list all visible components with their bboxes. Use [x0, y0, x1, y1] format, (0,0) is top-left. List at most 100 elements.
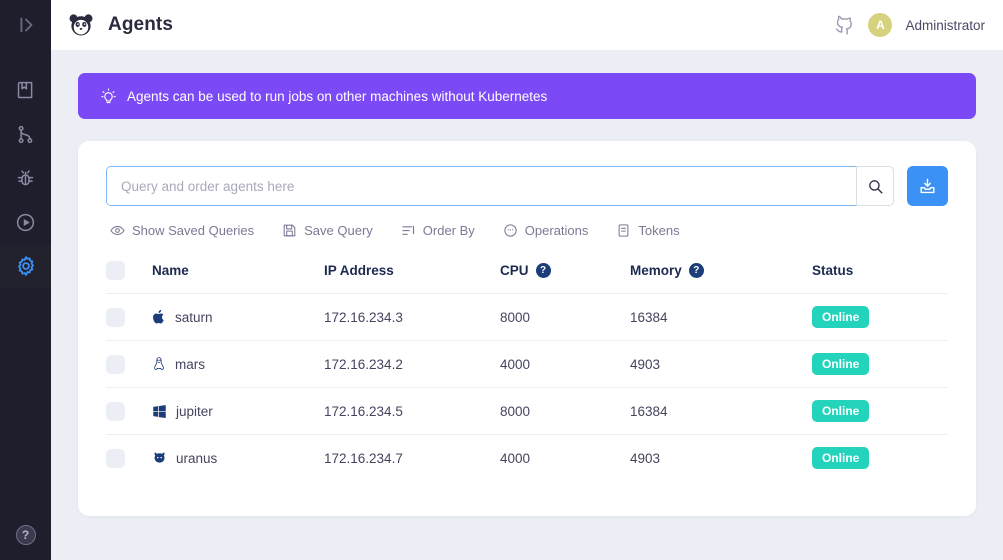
cpu-help-icon[interactable]: ? [536, 263, 551, 278]
operations-label: Operations [525, 223, 589, 238]
save-query-label: Save Query [304, 223, 373, 238]
row-status-cell: Online [812, 388, 948, 435]
header-memory-label: Memory [630, 263, 682, 278]
row-ip-cell: 172.16.234.5 [324, 388, 500, 435]
expand-sidebar-button[interactable] [0, 0, 51, 50]
tokens-button[interactable]: Tokens [616, 223, 679, 238]
page-title: Agents [108, 14, 173, 36]
sidebar-nav [0, 68, 51, 288]
header-name-label: Name [152, 263, 189, 278]
play-circle-icon [15, 212, 36, 233]
row-select-cell [106, 388, 152, 435]
user-name[interactable]: Administrator [905, 18, 985, 33]
row-cpu-cell: 4000 [500, 435, 630, 482]
row-checkbox[interactable] [106, 449, 125, 468]
top-bar: Agents A Administrator [51, 0, 1003, 50]
row-select-cell [106, 294, 152, 341]
header-cpu-label: CPU [500, 263, 529, 278]
show-saved-queries-label: Show Saved Queries [132, 223, 254, 238]
app-root: ? [0, 0, 1003, 560]
order-by-button[interactable]: Order By [401, 223, 475, 238]
row-checkbox[interactable] [106, 402, 125, 421]
row-memory-cell: 16384 [630, 388, 812, 435]
eye-icon [110, 223, 125, 238]
avatar[interactable]: A [868, 13, 892, 37]
top-bar-right: A Administrator [834, 13, 985, 37]
row-name-cell: saturn [152, 294, 324, 341]
row-status-cell: Online [812, 294, 948, 341]
row-memory-cell: 16384 [630, 294, 812, 341]
agent-name: saturn [175, 310, 213, 325]
row-cpu-cell: 8000 [500, 388, 630, 435]
search-row [106, 166, 948, 206]
header-memory[interactable]: Memory ? [630, 253, 812, 294]
header-ip-label: IP Address [324, 263, 394, 278]
sidebar-item-settings[interactable] [0, 244, 51, 288]
header-status-label: Status [812, 263, 853, 278]
content-area: Agents can be used to run jobs on other … [51, 50, 1003, 560]
row-checkbox[interactable] [106, 308, 125, 327]
search-input[interactable] [107, 167, 856, 205]
lightbulb-icon [100, 88, 117, 105]
sidebar-item-library[interactable] [0, 68, 51, 112]
row-status-cell: Online [812, 435, 948, 482]
download-agent-button[interactable] [907, 166, 948, 206]
brand: Agents [67, 11, 173, 39]
table-row[interactable]: mars 172.16.234.2 4000 4903 Online [106, 341, 948, 388]
token-icon [616, 223, 631, 238]
operations-button[interactable]: Operations [503, 223, 589, 238]
status-badge: Online [812, 353, 869, 375]
select-all-checkbox[interactable] [106, 261, 125, 280]
sidebar-item-issues[interactable] [0, 156, 51, 200]
row-name-cell: jupiter [152, 388, 324, 435]
windows-icon [152, 404, 167, 419]
row-checkbox[interactable] [106, 355, 125, 374]
memory-help-icon[interactable]: ? [689, 263, 704, 278]
apple-icon [152, 309, 166, 325]
status-badge: Online [812, 400, 869, 422]
agent-name: mars [175, 357, 205, 372]
row-status-cell: Online [812, 341, 948, 388]
show-saved-queries-button[interactable]: Show Saved Queries [110, 223, 254, 238]
table-header-row: Name IP Address CPU ? [106, 253, 948, 294]
header-name[interactable]: Name [152, 253, 324, 294]
question-mark-icon: ? [16, 525, 36, 545]
header-status[interactable]: Status [812, 253, 948, 294]
table-head: Name IP Address CPU ? [106, 253, 948, 294]
row-ip-cell: 172.16.234.2 [324, 341, 500, 388]
header-cpu[interactable]: CPU ? [500, 253, 630, 294]
linux-penguin-icon [152, 356, 166, 373]
save-query-button[interactable]: Save Query [282, 223, 373, 238]
header-select-all [106, 253, 152, 294]
sidebar-item-pipelines[interactable] [0, 112, 51, 156]
row-name-cell: uranus [152, 435, 324, 482]
sort-icon [401, 223, 416, 238]
table-row[interactable]: uranus 172.16.234.7 4000 4903 Online [106, 435, 948, 482]
sidebar: ? [0, 0, 51, 560]
agents-table: Name IP Address CPU ? [106, 253, 948, 481]
query-toolbar: Show Saved Queries Save Query [106, 223, 948, 238]
header-ip-address[interactable]: IP Address [324, 253, 500, 294]
table-row[interactable]: jupiter 172.16.234.5 8000 16384 Online [106, 388, 948, 435]
info-banner: Agents can be used to run jobs on other … [78, 73, 976, 119]
gear-icon [15, 255, 37, 277]
info-banner-text: Agents can be used to run jobs on other … [127, 89, 547, 104]
search-icon [867, 178, 884, 195]
table-body: saturn 172.16.234.3 8000 16384 Online [106, 294, 948, 482]
sidebar-item-runs[interactable] [0, 200, 51, 244]
row-name-cell: mars [152, 341, 324, 388]
table-row[interactable]: saturn 172.16.234.3 8000 16384 Online [106, 294, 948, 341]
freebsd-daemon-icon [152, 451, 167, 466]
row-ip-cell: 172.16.234.3 [324, 294, 500, 341]
row-memory-cell: 4903 [630, 435, 812, 482]
order-by-label: Order By [423, 223, 475, 238]
main-column: Agents A Administrator [51, 0, 1003, 560]
row-ip-cell: 172.16.234.7 [324, 435, 500, 482]
status-badge: Online [812, 447, 869, 469]
search-button[interactable] [856, 166, 894, 206]
github-icon[interactable] [834, 15, 855, 36]
expand-sidebar-icon [15, 14, 37, 36]
row-select-cell [106, 435, 152, 482]
agent-name: uranus [176, 451, 217, 466]
help-button[interactable]: ? [0, 510, 51, 560]
